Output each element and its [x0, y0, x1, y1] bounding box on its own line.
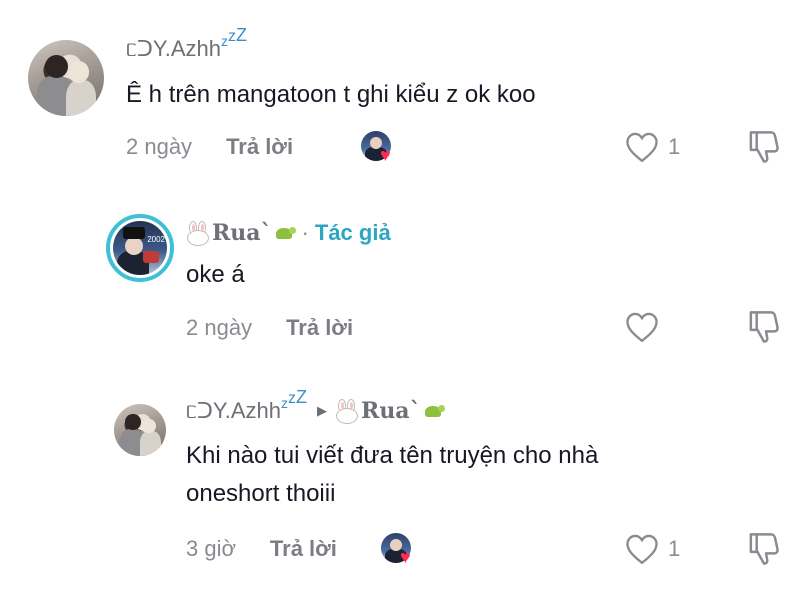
- comment-text-line: Khi nào tui viết đưa tên truyện cho nhà: [186, 442, 599, 469]
- avatar[interactable]: [114, 404, 166, 456]
- reply-to-name[interactable]: Rua: [361, 398, 410, 424]
- comment-meta: 2 ngày Trả lời: [186, 315, 353, 341]
- heart-outline-icon: [626, 312, 658, 343]
- reply-arrow-icon: ▶: [317, 403, 328, 418]
- reply-button[interactable]: Trả lời: [226, 134, 293, 160]
- comment-username[interactable]: ᥴᑐY.Azhh z z Z: [126, 25, 247, 62]
- comment-text: Khi nào tui viết đưa tên truyện cho nhà …: [186, 437, 598, 513]
- like-count: 1: [668, 536, 681, 561]
- thumbs-down-icon: [749, 131, 779, 163]
- turtle-icon: [274, 225, 296, 241]
- like-count: 1: [668, 134, 681, 159]
- heart-outline-icon: [626, 534, 658, 565]
- comment-time: 2 ngày: [186, 315, 253, 340]
- dislike-button[interactable]: [746, 530, 782, 568]
- comment-username[interactable]: Rua ` · Tác giả: [186, 220, 391, 246]
- author-badge: Tác giả: [314, 220, 391, 245]
- heart-outline-icon: [626, 132, 658, 163]
- heart-filled-icon: ♥: [400, 547, 411, 567]
- like-button[interactable]: 1: [624, 131, 680, 163]
- bunny-icon: [335, 399, 359, 424]
- comment-meta: 3 giờ Trả lời: [186, 536, 337, 562]
- turtle-icon: [423, 403, 445, 419]
- reply-button[interactable]: Trả lời: [286, 315, 353, 341]
- dislike-button[interactable]: [746, 308, 782, 346]
- reply-button[interactable]: Trả lời: [270, 536, 337, 562]
- comment-text: oke á: [186, 261, 245, 288]
- comment-text-line: oneshort thoiii: [186, 480, 336, 507]
- dislike-button[interactable]: [746, 128, 782, 166]
- thumbs-down-icon: [749, 533, 779, 565]
- like-button[interactable]: 1: [624, 533, 680, 565]
- avatar[interactable]: [28, 40, 104, 116]
- like-button[interactable]: [624, 311, 660, 343]
- comment-text: Ê h trên mangatoon t ghi kiểu z ok koo: [126, 81, 536, 108]
- comment-username[interactable]: ᥴᑐY.Azhh z z Z ▶ Rua `: [186, 387, 445, 424]
- thumbs-down-icon: [749, 311, 779, 343]
- bunny-icon: [186, 221, 209, 246]
- comment-meta: 2 ngày Trả lời: [126, 134, 293, 160]
- comment-time: 3 giờ: [186, 536, 236, 561]
- comment-time: 2 ngày: [126, 134, 193, 159]
- heart-filled-icon: ♥: [380, 145, 391, 165]
- author-avatar[interactable]: 2002: [106, 214, 174, 282]
